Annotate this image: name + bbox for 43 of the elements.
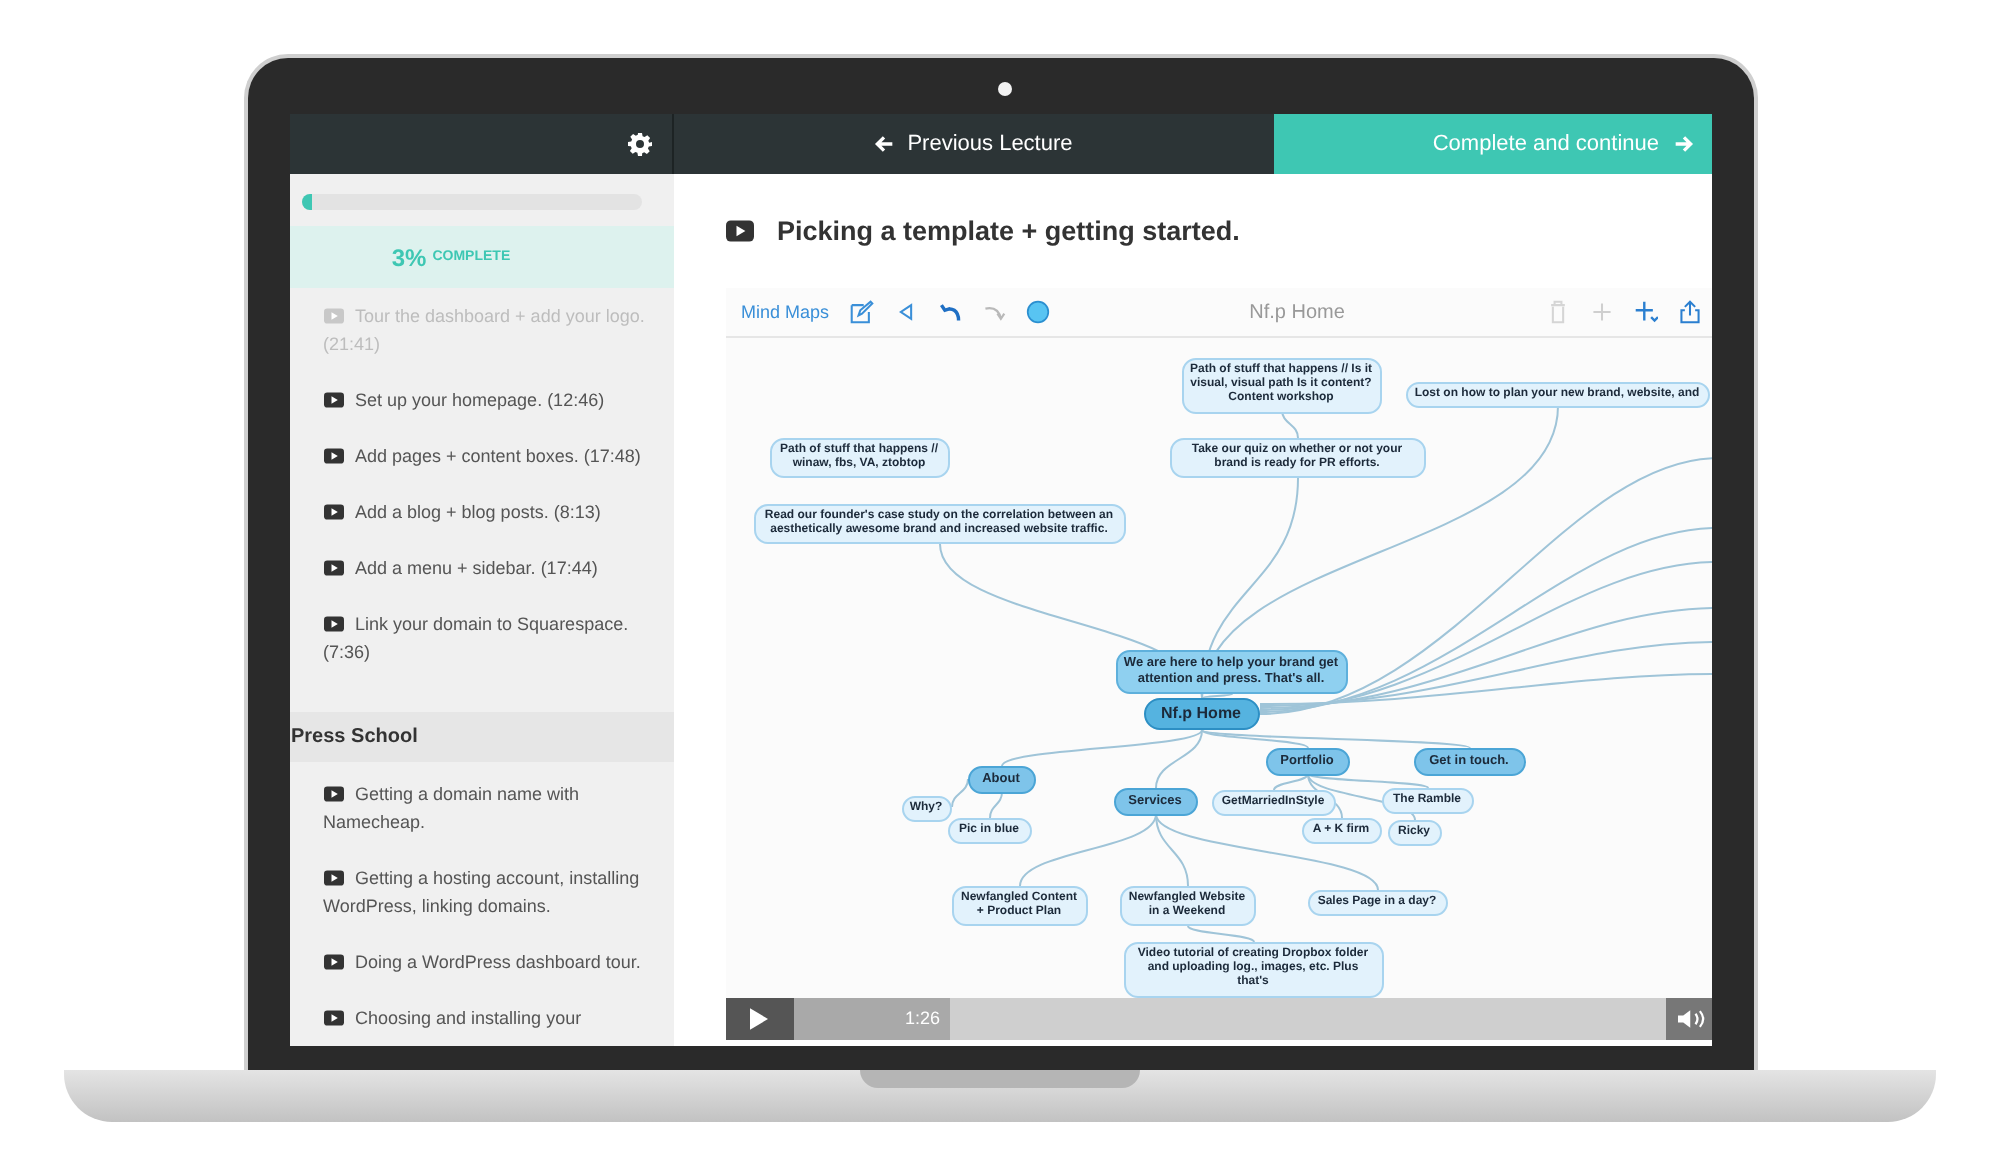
connector-line [1186,925,1254,943]
lecture-item[interactable]: Choosing and installing your [289,990,673,1046]
camera-dot [997,82,1011,96]
volume-button[interactable] [1665,998,1711,1040]
lecture-item[interactable]: Getting a hosting account, installing WordPress, linking domains. [289,850,673,934]
video-icon [323,1010,343,1026]
lecture-title: Picking a template + getting started. [777,216,1240,246]
undo-icon[interactable] [937,300,962,324]
share-icon[interactable] [1677,300,1701,324]
volume-icon [1677,1008,1705,1030]
lecture-item[interactable]: Getting a domain name with Namecheap. [289,766,673,850]
lecture-item[interactable]: Link your domain to Squarespace. (7:36) [289,596,673,681]
connector-line [988,791,1002,819]
mind-map-node[interactable]: Nf.p Home [1143,698,1259,730]
lecture-item[interactable]: Add a menu + sidebar. (17:44) [289,540,673,597]
progress-percent: 3% [391,243,427,272]
lecture-item[interactable]: Doing a WordPress dashboard tour. [289,934,673,990]
play-icon [750,1008,768,1030]
settings-icon[interactable] [627,132,651,156]
circle-icon[interactable] [1025,300,1050,324]
lecture-item[interactable]: Set up your homepage. (12:46) [289,372,673,429]
arrow-left-icon [873,134,894,154]
video-icon [323,392,343,409]
video-icon [725,220,753,242]
play-button[interactable] [725,998,793,1040]
video-icon [323,616,343,633]
section-header: Press School [289,712,673,762]
playback-time: 1:26 [905,1008,941,1028]
map-title: Nf.p Home [1247,301,1347,323]
previous-lecture-button[interactable]: Previous Lecture [673,114,1273,174]
video-icon [323,954,343,970]
lecture-item[interactable]: Add a blog + blog posts. (8:13) [289,484,673,541]
edit-icon[interactable] [849,300,874,324]
video-icon [323,870,343,886]
lecture-item[interactable]: Add pages + content boxes. (17:48) [289,428,673,485]
add-child-icon[interactable] [1633,300,1657,324]
video-icon [323,560,343,577]
video-icon [323,308,343,325]
arrow-right-icon [1673,134,1693,154]
connector-line [950,778,968,808]
video-icon [323,448,343,465]
video-icon [323,786,343,802]
video-icon [323,504,343,521]
